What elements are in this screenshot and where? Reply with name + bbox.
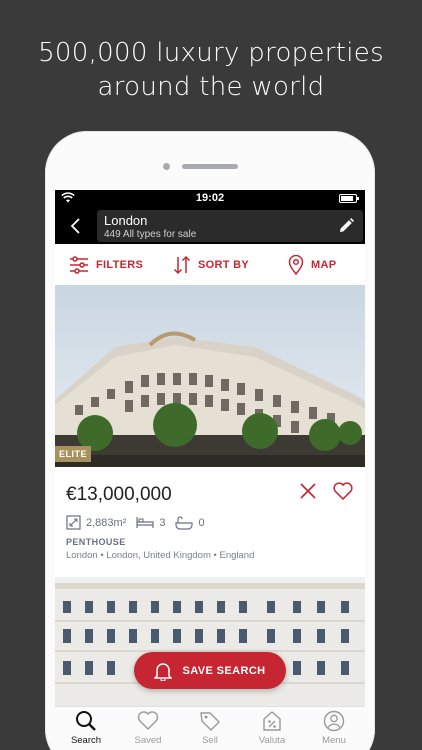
bedroom-spec: 3 [136, 516, 165, 529]
search-result-count: 449 All types for sale [104, 229, 197, 240]
search-bar: London 449 All types for sale [55, 206, 365, 244]
bathtub-icon [175, 515, 194, 530]
tab-search-label: Search [70, 735, 102, 746]
tab-saved[interactable]: Saved [117, 707, 179, 750]
user-icon [323, 710, 345, 732]
heart-icon [137, 711, 159, 730]
phone-camera [163, 163, 170, 170]
close-icon[interactable] [299, 482, 317, 500]
map-button[interactable]: MAP [288, 254, 336, 276]
search-field[interactable]: London 449 All types for sale [97, 210, 363, 242]
listing-price: €13,000,000 [66, 484, 172, 505]
filters-label: FILTERS [96, 259, 144, 271]
bathroom-spec: 0 [175, 515, 205, 530]
listing-specs: 2,883m² 3 0 [66, 515, 205, 530]
sort-arrows-icon [173, 255, 191, 275]
area-value: 2,883m² [86, 516, 127, 529]
tab-menu[interactable]: Menu [303, 707, 365, 750]
headline-line-2: around the world [97, 72, 325, 102]
map-pin-icon [288, 255, 304, 275]
search-icon [76, 711, 96, 731]
search-city: London [104, 213, 148, 228]
tab-menu-label: Menu [322, 735, 346, 746]
filter-toolbar: FILTERS SORT BY MAP [55, 244, 365, 286]
phone-speaker [182, 164, 238, 169]
bedroom-count: 3 [159, 516, 166, 529]
filters-button[interactable]: FILTERS [69, 254, 143, 276]
app-screen: 19:02 London 449 All types for sale FILT… [55, 190, 365, 750]
listing-photo[interactable]: ELITE [55, 285, 365, 467]
tab-saved-label: Saved [134, 735, 162, 746]
percent-icon [263, 711, 281, 731]
bell-icon [154, 662, 173, 681]
tab-valuta[interactable]: Valuta [241, 707, 303, 750]
tag-icon [200, 712, 220, 731]
bottom-tab-bar: Search Saved Sell Valuta Menu [55, 706, 365, 750]
listing-card[interactable]: €13,000,000 2,883m² 3 0 PENTHOUSE London… [55, 467, 365, 577]
sort-button[interactable]: SORT BY [173, 254, 249, 276]
listing-actions [299, 482, 353, 500]
bathroom-count: 0 [198, 516, 205, 529]
promo-headline: 500,000 luxury properties around the wor… [0, 36, 422, 104]
pencil-icon[interactable] [337, 217, 355, 235]
status-bar: 19:02 [55, 190, 365, 206]
sort-label: SORT BY [198, 259, 249, 271]
property-location: London • London, United Kingdom • Englan… [66, 550, 255, 561]
save-search-label: SAVE SEARCH [182, 664, 266, 677]
bed-icon [136, 517, 154, 528]
tab-valuta-label: Valuta [258, 735, 286, 746]
tab-sell[interactable]: Sell [179, 707, 241, 750]
headline-line-1: 500,000 luxury properties [38, 38, 384, 68]
sliders-icon [70, 256, 88, 274]
heart-icon[interactable] [333, 482, 353, 500]
elite-badge: ELITE [55, 446, 92, 462]
tab-search[interactable]: Search [55, 707, 117, 750]
status-time: 19:02 [195, 192, 225, 204]
building-illustration [55, 285, 365, 467]
back-arrow-icon[interactable] [63, 215, 89, 237]
tab-sell-label: Sell [202, 735, 218, 746]
property-type: PENTHOUSE [66, 537, 126, 547]
area-spec: 2,883m² [66, 515, 126, 530]
battery-icon [339, 194, 359, 203]
area-icon [66, 515, 81, 530]
save-search-button[interactable]: SAVE SEARCH [134, 652, 286, 689]
map-label: MAP [311, 259, 337, 271]
